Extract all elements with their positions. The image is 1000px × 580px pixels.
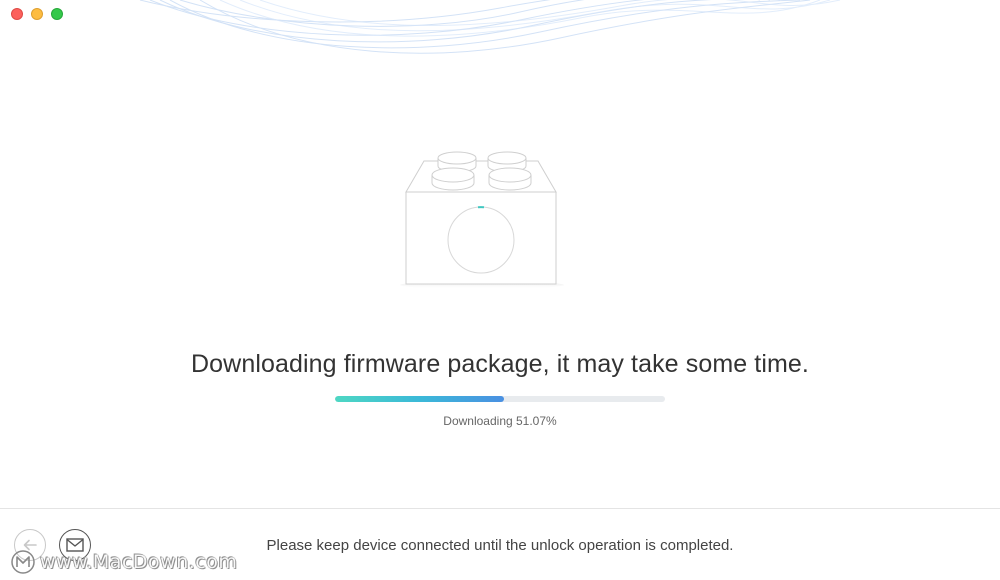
status-message: Downloading firmware package, it may tak… — [191, 350, 809, 378]
minimize-window-button[interactable] — [31, 8, 43, 20]
watermark-text: www.MacDown.com — [40, 551, 238, 573]
watermark: www.MacDown.com — [10, 549, 237, 575]
download-progress-bar — [335, 396, 665, 402]
maximize-window-button[interactable] — [51, 8, 63, 20]
device-brick-icon — [400, 151, 564, 289]
window-controls — [11, 8, 63, 20]
footer-divider — [0, 508, 1000, 509]
app-window: Downloading firmware package, it may tak… — [0, 0, 1000, 580]
download-progress-fill — [335, 396, 504, 402]
loading-spinner-icon — [447, 206, 515, 274]
download-progress-label: Downloading 51.07% — [443, 414, 557, 428]
header-wave-decoration — [139, 0, 841, 54]
macdown-logo-icon — [11, 550, 35, 574]
close-window-button[interactable] — [11, 8, 23, 20]
